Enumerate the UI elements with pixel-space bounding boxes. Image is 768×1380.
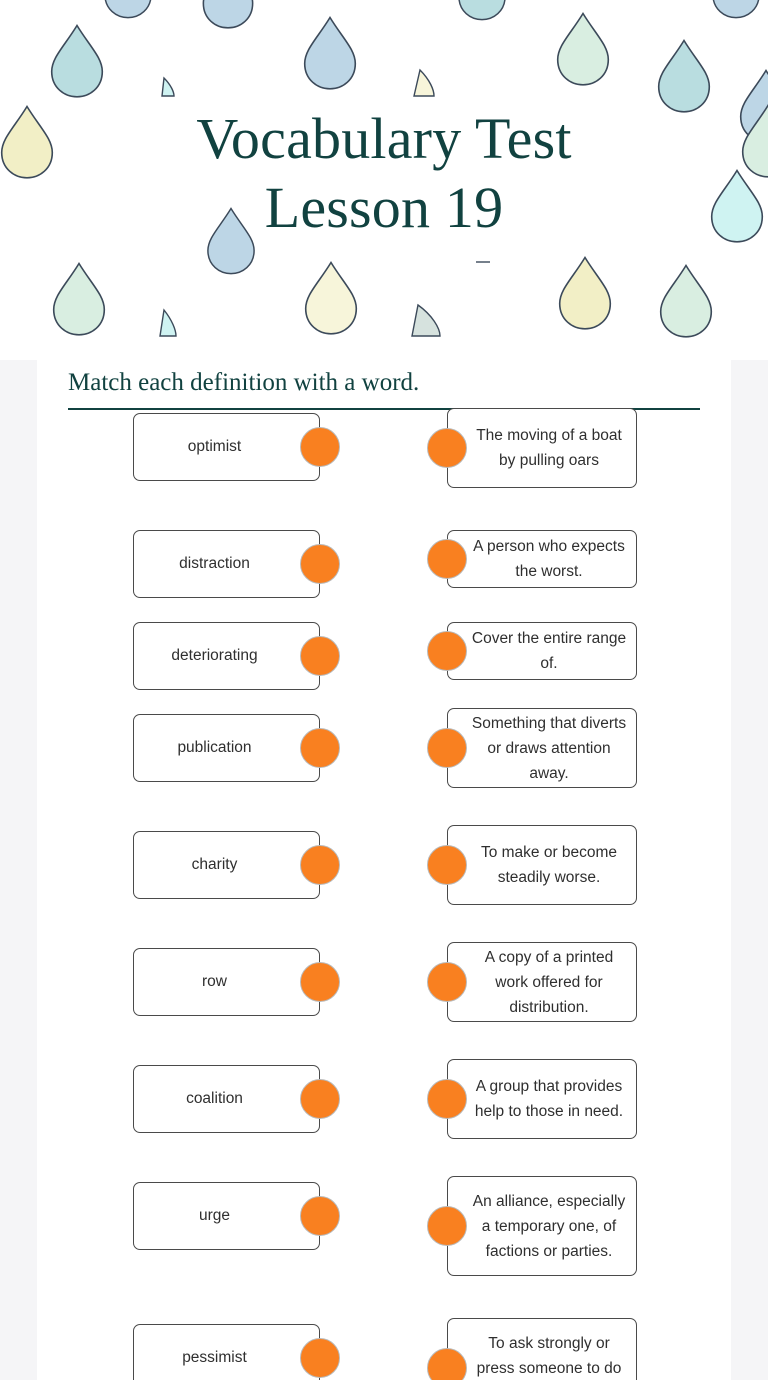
definition-box[interactable]: To make or become steadily worse. <box>447 825 637 905</box>
word-label: optimist <box>187 438 242 455</box>
definition-connector-dot[interactable] <box>427 728 467 768</box>
definition-text: Cover the entire range of. <box>471 630 627 672</box>
word-connector-dot[interactable] <box>300 1079 340 1119</box>
word-label: coalition <box>186 1090 243 1107</box>
word-option-box[interactable]: deteriorating <box>133 622 320 690</box>
word-label: urge <box>198 1207 231 1224</box>
definition-box[interactable]: The moving of a boat by pulling oars <box>447 408 637 488</box>
definition-connector-dot[interactable] <box>427 539 467 579</box>
word-label: distraction <box>179 555 250 572</box>
definition-text: To ask strongly or press someone to do s… <box>476 1334 622 1377</box>
definition-text: To make or become steadily worse. <box>480 844 618 886</box>
matching-exercise: optimist The moving of a boat by pulling … <box>37 360 731 1380</box>
definition-text: A copy of a printed work offered for dis… <box>484 948 614 1016</box>
definition-box[interactable]: Something that diverts or draws attentio… <box>447 708 637 788</box>
definition-box[interactable]: A person who expects the worst. <box>447 530 637 588</box>
definition-text: A group that provides help to those in n… <box>474 1078 624 1120</box>
word-label: publication <box>177 739 252 756</box>
worksheet-page: Vocabulary Test Lesson 19 Match each def… <box>0 0 768 1380</box>
word-connector-dot[interactable] <box>300 544 340 584</box>
definition-text: Something that diverts or draws attentio… <box>471 714 627 782</box>
definition-connector-dot[interactable] <box>427 1348 467 1380</box>
word-label: pessimist <box>182 1349 247 1366</box>
word-label: deteriorating <box>171 647 258 664</box>
word-option-box[interactable]: optimist <box>133 413 320 481</box>
definition-text: An alliance, especially a temporary one,… <box>472 1192 626 1260</box>
page-title: Vocabulary Test Lesson 19 <box>196 106 572 240</box>
definition-connector-dot[interactable] <box>427 962 467 1002</box>
definition-box[interactable]: Cover the entire range of. <box>447 622 637 680</box>
word-connector-dot[interactable] <box>300 728 340 768</box>
word-option-box[interactable]: publication <box>133 714 320 782</box>
definition-connector-dot[interactable] <box>427 1206 467 1246</box>
word-option-box[interactable]: urge <box>133 1182 320 1250</box>
word-option-box[interactable]: pessimist <box>133 1324 320 1380</box>
definition-box[interactable]: A copy of a printed work offered for dis… <box>447 942 637 1022</box>
definition-connector-dot[interactable] <box>427 1079 467 1119</box>
word-connector-dot[interactable] <box>300 962 340 1002</box>
word-option-box[interactable]: distraction <box>133 530 320 598</box>
definition-connector-dot[interactable] <box>427 845 467 885</box>
word-connector-dot[interactable] <box>300 636 340 676</box>
word-connector-dot[interactable] <box>300 1196 340 1236</box>
definition-text: The moving of a boat by pulling oars <box>476 427 622 469</box>
definition-box[interactable]: An alliance, especially a temporary one,… <box>447 1176 637 1276</box>
definition-connector-dot[interactable] <box>427 631 467 671</box>
word-connector-dot[interactable] <box>300 1338 340 1378</box>
definition-box[interactable]: A group that provides help to those in n… <box>447 1059 637 1139</box>
word-option-box[interactable]: coalition <box>133 1065 320 1133</box>
word-label: row <box>202 973 227 990</box>
word-connector-dot[interactable] <box>300 845 340 885</box>
definition-connector-dot[interactable] <box>427 428 467 468</box>
word-option-box[interactable]: charity <box>133 831 320 899</box>
word-connector-dot[interactable] <box>300 427 340 467</box>
word-option-box[interactable]: row <box>133 948 320 1016</box>
title-container: Vocabulary Test Lesson 19 <box>0 104 768 242</box>
worksheet-header: Vocabulary Test Lesson 19 <box>0 0 768 360</box>
worksheet-card: Match each definition with a word. optim… <box>37 360 731 1380</box>
definition-box[interactable]: To ask strongly or press someone to do s… <box>447 1318 637 1380</box>
definition-text: A person who expects the worst. <box>473 538 625 580</box>
word-label: charity <box>191 856 238 873</box>
